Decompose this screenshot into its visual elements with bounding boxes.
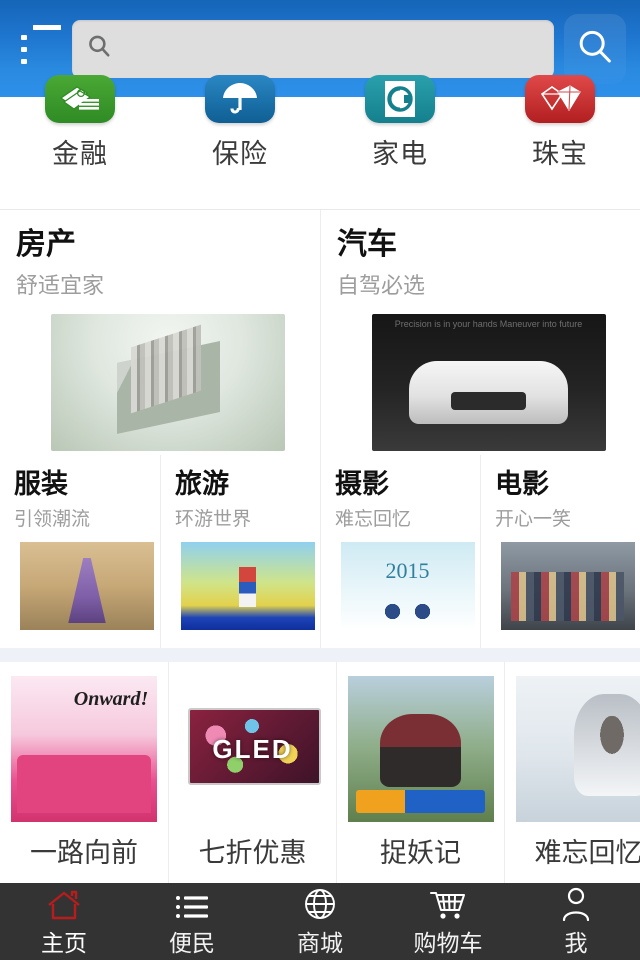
search-icon xyxy=(575,27,615,70)
2015-photography-poster xyxy=(340,542,475,630)
feature-block-realestate[interactable]: 房产 舒适宜家 xyxy=(0,210,320,455)
block-subtitle: 难忘回忆 xyxy=(335,509,412,530)
category-label: 金融 xyxy=(52,139,108,169)
feature-title: 房产 xyxy=(16,228,76,261)
category-item-insurance[interactable]: 保险 xyxy=(160,75,320,209)
block-title: 旅游 xyxy=(175,469,229,499)
category-item-appliance[interactable]: 家电 xyxy=(320,75,480,209)
category-label: 珠宝 xyxy=(532,139,588,169)
promo-item[interactable]: 捉妖记 xyxy=(336,662,504,883)
block-title: 服装 xyxy=(14,469,68,499)
promo-label: 捉妖记 xyxy=(380,838,461,868)
diamond-icon xyxy=(525,75,595,123)
promo-label: 难忘回忆 xyxy=(534,838,640,868)
home-icon xyxy=(46,885,82,921)
tab-label: 便民 xyxy=(169,930,215,956)
tab-home[interactable]: 主页 xyxy=(0,885,128,958)
search-icon xyxy=(86,33,120,64)
block-subtitle: 引领潮流 xyxy=(14,509,91,530)
promo-item[interactable]: 难忘回忆 xyxy=(504,662,640,883)
category-block-movie[interactable]: 电影 开心一笑 xyxy=(480,455,640,648)
costume-drama-movie-poster xyxy=(500,542,635,630)
monster-hunt-movie-poster xyxy=(347,676,494,822)
washing-machine-icon xyxy=(365,75,435,123)
flower-field-travel-poster xyxy=(180,542,315,630)
woman-in-purple-dress-photo xyxy=(20,542,154,630)
promo-scroll-row[interactable]: 一路向前 七折优惠 捉妖记 难忘回忆 xyxy=(0,662,640,883)
shopping-cart-icon xyxy=(429,885,467,921)
category-blocks-row: 服装 引领潮流 旅游 环游世界 摄影 难忘回忆 电影 开心一笑 xyxy=(0,455,640,648)
block-title: 摄影 xyxy=(335,469,389,499)
wedding-photography-photo xyxy=(515,676,640,822)
globe-icon xyxy=(303,885,337,921)
promo-item[interactable]: 七折优惠 xyxy=(168,662,336,883)
tab-label: 购物车 xyxy=(413,930,483,956)
white-audi-car-photo: Precision is in your hands Maneuver into… xyxy=(371,314,606,451)
section-divider-band xyxy=(0,648,640,662)
tab-label: 我 xyxy=(564,930,588,956)
category-shortcut-row: 金融 保险 家电 珠宝 xyxy=(0,75,640,210)
bottom-tab-bar: 主页 便民 商城 购物车 我 xyxy=(0,883,640,960)
umbrella-icon xyxy=(205,75,275,123)
tab-label: 商城 xyxy=(297,930,343,956)
tab-services[interactable]: 便民 xyxy=(128,885,256,958)
gled-tv-photo xyxy=(179,676,326,822)
promo-label: 七折优惠 xyxy=(198,838,307,868)
app-root: 金融 保险 家电 珠宝 房产 舒适宜家 汽车 自驾必选 Precision is… xyxy=(0,0,640,960)
tab-cart[interactable]: 购物车 xyxy=(384,885,512,958)
search-input[interactable] xyxy=(120,37,540,60)
list-icon xyxy=(175,885,209,921)
category-label: 家电 xyxy=(372,139,428,169)
promo-label: 一路向前 xyxy=(30,838,138,868)
category-label: 保险 xyxy=(212,139,268,169)
feature-subtitle: 自驾必选 xyxy=(337,273,426,298)
block-subtitle: 环游世界 xyxy=(175,509,252,530)
category-block-travel[interactable]: 旅游 环游世界 xyxy=(160,455,320,648)
category-block-photography[interactable]: 摄影 难忘回忆 xyxy=(320,455,480,648)
category-block-clothing[interactable]: 服装 引领潮流 xyxy=(0,455,160,648)
search-field-wrapper[interactable] xyxy=(72,19,554,78)
tab-profile[interactable]: 我 xyxy=(512,885,640,958)
category-item-jewelry[interactable]: 珠宝 xyxy=(480,75,640,209)
onward-conference-banner xyxy=(11,676,157,822)
feature-title: 汽车 xyxy=(337,228,397,261)
tab-mall[interactable]: 商城 xyxy=(256,885,384,958)
car-photo-caption: Precision is in your hands Maneuver into… xyxy=(394,319,583,329)
block-subtitle: 开心一笑 xyxy=(495,509,572,530)
block-title: 电影 xyxy=(495,469,549,499)
feature-blocks-row: 房产 舒适宜家 汽车 自驾必选 Precision is in your han… xyxy=(0,210,640,455)
feature-subtitle: 舒适宜家 xyxy=(16,273,105,298)
promo-item[interactable]: 一路向前 xyxy=(0,662,168,883)
residential-complex-aerial-photo xyxy=(51,314,285,451)
person-icon xyxy=(560,885,592,921)
tab-label: 主页 xyxy=(41,930,87,956)
list-menu-icon[interactable] xyxy=(14,24,66,73)
money-icon xyxy=(45,75,115,123)
search-button[interactable] xyxy=(564,13,626,84)
feature-block-car[interactable]: 汽车 自驾必选 Precision is in your hands Maneu… xyxy=(320,210,640,455)
category-item-finance[interactable]: 金融 xyxy=(0,75,160,209)
